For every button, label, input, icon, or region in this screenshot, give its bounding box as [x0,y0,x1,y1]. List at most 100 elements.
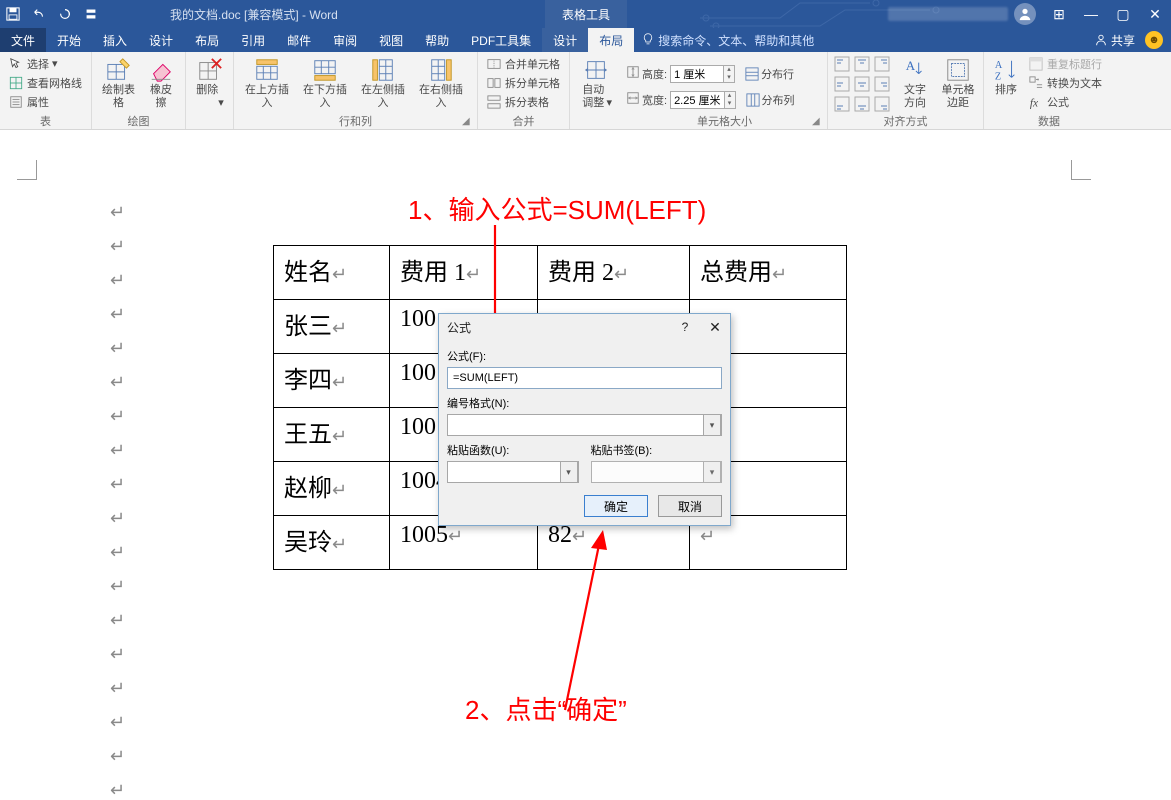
draw-table-button[interactable]: 绘制表格 [96,54,141,112]
paste-bookmark-select[interactable]: ▾ [591,461,723,483]
row-height: 高度: 1 厘米 ▴▾ [626,64,735,84]
table-header-cell: 费用 1↵ [390,246,538,300]
quick-access-toolbar: 〓 [0,0,104,28]
align-ml-icon[interactable] [834,76,850,92]
cell-size-launcher-icon[interactable]: ◢ [812,116,824,128]
align-bl-icon[interactable] [834,96,850,112]
sort-icon: AZ [991,56,1021,84]
insert-right-button[interactable]: 在右侧插入 [412,54,470,112]
text-direction-button[interactable]: A 文字方向 [894,54,936,112]
rows-cols-launcher-icon[interactable]: ◢ [462,116,474,128]
distribute-cols-button[interactable]: 分布列 [746,92,795,108]
select-button[interactable]: 选择 ▾ [8,54,82,73]
width-label: 宽度: [642,92,667,108]
properties-button[interactable]: 属性 [8,92,82,111]
close-window-button[interactable]: ✕ [1139,0,1171,28]
tab-table-design[interactable]: 设计 [542,28,588,52]
window-buttons: ⊞ — ▢ ✕ [1043,0,1171,28]
table-row: 姓名↵ 费用 1↵ 费用 2↵ 总费用↵ [274,246,847,300]
formula-label: 公式 [1047,94,1069,110]
formula-input[interactable]: =SUM(LEFT) [447,367,722,389]
undo-icon[interactable] [26,0,52,28]
account-area[interactable] [888,0,1036,28]
distribute-rows-button[interactable]: 分布行 [745,66,794,82]
convert-to-text-button[interactable]: 转换为文本 [1028,73,1102,92]
align-tr-icon[interactable] [874,56,890,72]
maximize-button[interactable]: ▢ [1107,0,1139,28]
tell-me-search[interactable]: 搜索命令、文本、帮助和其他 [634,28,814,52]
chevron-down-icon[interactable]: ▾ [560,461,578,483]
tab-view[interactable]: 视图 [368,28,414,52]
height-input[interactable]: 1 厘米 [670,65,724,83]
cancel-button[interactable]: 取消 [658,495,722,517]
align-tc-icon[interactable] [854,56,870,72]
insert-below-icon [310,56,340,84]
align-tl-icon[interactable] [834,56,850,72]
sort-button[interactable]: AZ 排序 [988,54,1024,112]
delete-table-icon [195,56,225,84]
width-input[interactable]: 2.25 厘米 [670,91,724,109]
text-direction-icon: A [900,56,930,84]
tab-table-layout[interactable]: 布局 [588,28,634,52]
avatar-icon[interactable] [1014,3,1036,25]
width-spinner[interactable]: ▴▾ [725,91,736,109]
insert-below-button[interactable]: 在下方插入 [296,54,354,112]
customize-qat-icon[interactable]: 〓 [78,0,104,28]
tab-help[interactable]: 帮助 [414,28,460,52]
tab-references[interactable]: 引用 [230,28,276,52]
redo-icon[interactable] [52,0,78,28]
view-gridlines-button[interactable]: 查看网格线 [8,73,82,92]
tab-insert[interactable]: 插入 [92,28,138,52]
feedback-smiley-icon[interactable]: ☻ [1145,31,1163,49]
group-data: AZ 排序 重复标题行 转换为文本 [984,52,1114,129]
insert-left-icon [368,56,398,84]
alignment-grid[interactable] [832,54,894,116]
tab-design[interactable]: 设计 [138,28,184,52]
eraser-button[interactable]: 橡皮擦 [141,54,181,112]
chevron-down-icon[interactable]: ▾ [703,461,721,483]
formula-dialog: 公式 ? ✕ 公式(F): =SUM(LEFT) 编号格式(N): ▾ 粘贴函数… [438,313,731,526]
merge-cells-button[interactable]: 合并单元格 [486,54,560,73]
ribbon-display-options-icon[interactable]: ⊞ [1043,0,1075,28]
align-br-icon[interactable] [874,96,890,112]
group-alignment: A 文字方向 单元格 边距 对齐方式 [828,52,984,129]
tab-layout[interactable]: 布局 [184,28,230,52]
cell-margins-button[interactable]: 单元格 边距 [936,54,980,112]
minimize-button[interactable]: — [1075,0,1107,28]
ok-button[interactable]: 确定 [584,495,648,517]
tab-home[interactable]: 开始 [46,28,92,52]
repeat-header-button[interactable]: 重复标题行 [1028,54,1102,73]
autofit-button[interactable]: 自动调整▾ [574,54,618,112]
insert-left-button[interactable]: 在左侧插入 [354,54,412,112]
autofit-label: 自动调整 [580,84,606,110]
tab-file[interactable]: 文件 [0,28,46,52]
annotation-2: 2、点击“确定” [465,690,627,727]
tab-pdf-tools[interactable]: PDF工具集 [460,28,542,52]
height-spinner[interactable]: ▴▾ [724,65,735,83]
share-button[interactable]: 共享 ☻ [1094,28,1171,52]
number-format-select[interactable]: ▾ [447,414,722,436]
share-label: 共享 [1111,32,1135,49]
delete-button[interactable]: 删除▾ [190,54,230,112]
align-mc-icon[interactable] [854,76,870,92]
repeat-header-icon [1028,56,1044,72]
save-icon[interactable] [0,0,26,28]
tab-mailings[interactable]: 邮件 [276,28,322,52]
align-mr-icon[interactable] [874,76,890,92]
insert-above-button[interactable]: 在上方插入 [238,54,296,112]
lightbulb-icon [642,33,654,48]
document-area[interactable]: ↵↵↵↵ ↵↵↵↵ ↵↵↵↵ ↵↵↵↵ ↵↵ 姓名↵ 费用 1↵ 费用 2↵ 总… [0,130,1171,800]
formula-button[interactable]: fx 公式 [1028,92,1102,111]
view-gridlines-label: 查看网格线 [27,75,82,91]
tab-review[interactable]: 审阅 [322,28,368,52]
dialog-close-button[interactable]: ✕ [700,319,730,336]
split-table-button[interactable]: 拆分表格 [486,92,560,111]
chevron-down-icon[interactable]: ▾ [703,414,721,436]
align-bc-icon[interactable] [854,96,870,112]
paste-function-select[interactable]: ▾ [447,461,579,483]
split-cells-button[interactable]: 拆分单元格 [486,73,560,92]
group-data-label: 数据 [988,115,1110,129]
svg-text:Z: Z [995,71,1001,82]
dialog-help-button[interactable]: ? [670,320,700,334]
insert-right-icon [426,56,456,84]
